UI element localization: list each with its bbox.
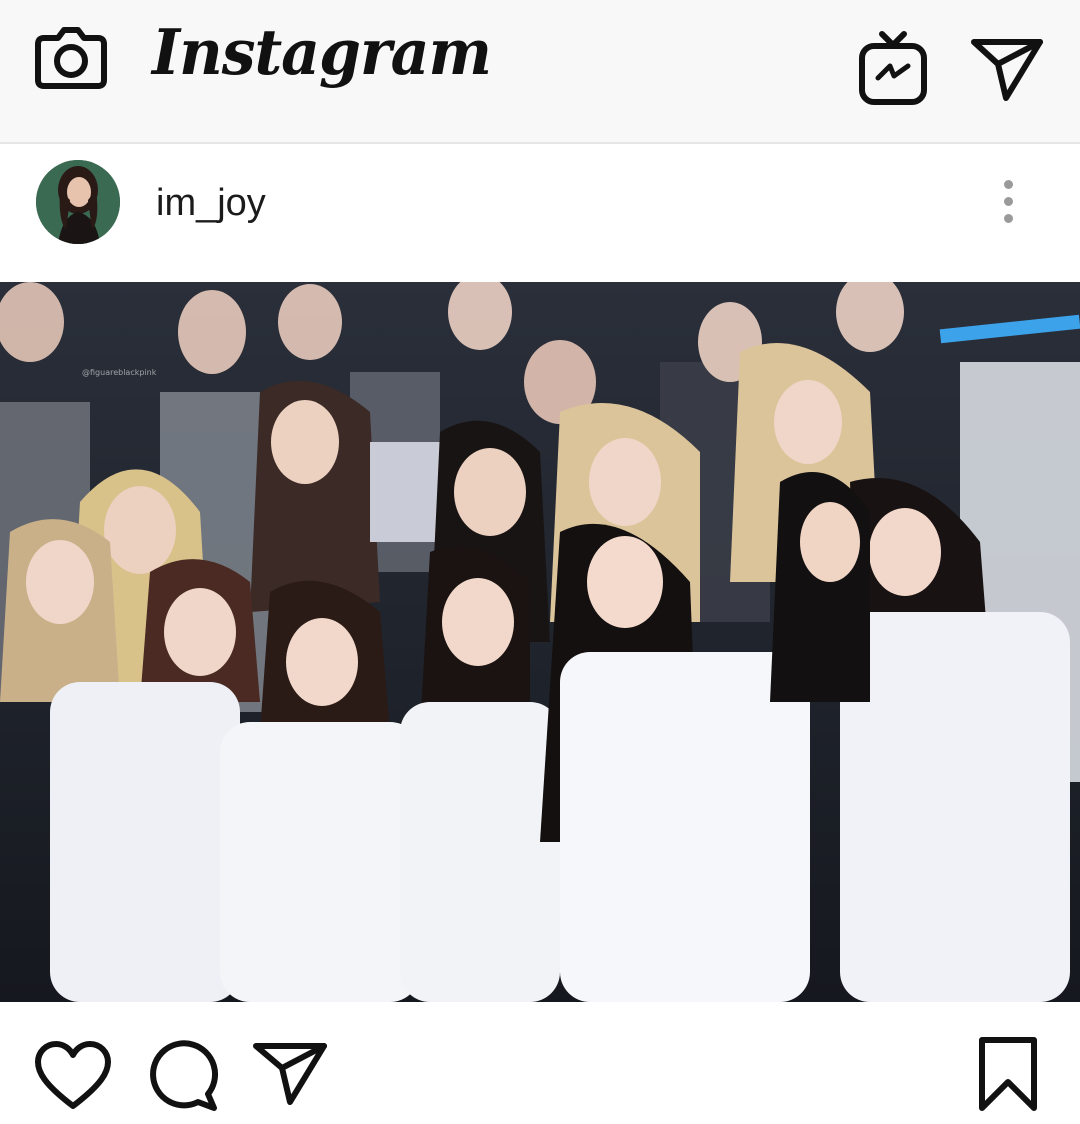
more-options-icon-dot	[1003, 214, 1013, 223]
group-photo-image	[0, 282, 1080, 1002]
post-header: im_joy	[0, 144, 1080, 282]
direct-message-button[interactable]	[970, 36, 1044, 102]
camera-icon	[35, 27, 107, 89]
camera-button[interactable]	[34, 22, 108, 90]
post-photo[interactable]: @figuareblackpink	[0, 282, 1080, 1002]
bookmark-icon	[979, 1037, 1037, 1111]
profile-avatar[interactable]	[36, 160, 120, 244]
more-options-button[interactable]	[994, 180, 1022, 228]
igtv-button[interactable]	[858, 30, 928, 106]
save-button[interactable]	[976, 1036, 1040, 1112]
direct-message-icon	[971, 39, 1043, 101]
more-options-icon-dot	[1003, 197, 1013, 206]
app-logo: Instagram	[152, 16, 492, 90]
more-options-icon	[1003, 180, 1013, 189]
comment-icon	[150, 1040, 219, 1111]
top-navigation-bar: Instagram	[0, 0, 1080, 144]
like-button[interactable]	[34, 1040, 112, 1112]
heart-icon	[35, 1041, 111, 1109]
share-button[interactable]	[252, 1040, 328, 1106]
post-action-bar	[0, 1002, 1080, 1124]
share-icon	[253, 1043, 327, 1105]
post-username[interactable]: im_joy	[156, 182, 266, 225]
comment-button[interactable]	[148, 1040, 220, 1112]
avatar-image	[36, 160, 120, 244]
photo-watermark: @figuareblackpink	[82, 368, 157, 377]
igtv-icon	[859, 31, 927, 105]
